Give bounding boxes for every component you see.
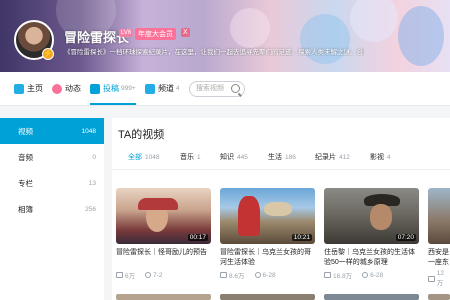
filter-label: 音乐 [180, 154, 194, 161]
video-panel: TA的视频 全部 1048 音乐 1 知识 445 生活 186 纪录片 412 影视 4 … [112, 118, 450, 300]
video-duration: 10:21 [291, 234, 312, 241]
sidebar-item-label: 相簿 [18, 204, 33, 214]
video-thumbnail-row2[interactable] [324, 294, 419, 300]
sidebar-item-count: 1048 [81, 127, 96, 135]
video-thumbnail-row2[interactable] [220, 294, 315, 300]
video-thumbnail[interactable]: 00:17 [116, 188, 211, 244]
search-icon[interactable] [231, 84, 240, 93]
sidebar-item-count: 0 [92, 153, 96, 161]
video-date: 6-28 [370, 271, 384, 279]
sidebar-item-count: 256 [85, 205, 96, 213]
video-card[interactable]: 西安是一座东西的城市 12万 [428, 188, 450, 287]
filter-count: 412 [339, 154, 350, 161]
video-thumbnail-row2[interactable] [116, 294, 211, 300]
sidebar: 视频 1048 音频 0 专栏 13 相簿 256 [0, 118, 104, 300]
page-title: TA的视频 [118, 129, 165, 141]
filter-label: 全部 [128, 154, 142, 161]
filter-label: 纪录片 [315, 154, 336, 161]
tab-home[interactable]: 主页 [14, 72, 43, 105]
vip-badge[interactable]: 年度大会员 [135, 28, 176, 40]
tab-channel[interactable]: 频道 4 [145, 72, 180, 105]
tab-home-label: 主页 [27, 84, 43, 93]
clock-icon [362, 272, 369, 278]
level-badge: LV6 [119, 29, 134, 37]
video-views: 6万 [125, 273, 136, 280]
video-views: 12万 [436, 270, 445, 287]
video-views: 8.6万 [229, 273, 245, 280]
video-duration: 07:20 [395, 234, 416, 241]
filter-count: 4 [387, 154, 391, 161]
video-meta: 12万 [428, 270, 450, 287]
sidebar-item-label: 专栏 [18, 178, 33, 188]
home-icon [14, 83, 24, 94]
filter-label: 影视 [370, 154, 384, 161]
sidebar-item-album[interactable]: 相簿 256 [0, 196, 104, 222]
filter-life[interactable]: 生活 186 [268, 152, 296, 162]
tab-video-count: 999+ [121, 85, 136, 92]
video-title[interactable]: 冒险雷探长｜乌克兰女孩的哥河生活体验 [220, 248, 315, 268]
video-date: 7-2 [153, 271, 163, 279]
video-thumbnail[interactable]: 10:21 [220, 188, 315, 244]
video-title[interactable]: 冒险雷探长｜怪哥励儿的预告 [116, 248, 211, 268]
video-meta: 6万 7-2 [116, 270, 211, 280]
video-card[interactable]: 10:21 冒险雷探长｜乌克兰女孩的哥河生活体验 8.6万 6-28 [220, 188, 315, 280]
verified-icon: ⚡ [42, 48, 54, 60]
tab-channel-label: 频道 [158, 84, 174, 93]
video-thumbnail-row2[interactable] [428, 294, 450, 300]
tag-badge: X [181, 28, 190, 37]
video-title[interactable]: 住岳黎｜乌克兰女孩的生活体验50一样的城乡原理 [324, 248, 419, 268]
dynamic-icon [52, 83, 62, 94]
filter-knowledge[interactable]: 知识 445 [220, 152, 248, 162]
filter-count: 186 [285, 154, 296, 161]
profile-navbar: 主页 动态 投稿 999+ 频道 4 搜索视频 [0, 72, 450, 106]
tab-video-label: 投稿 [103, 84, 119, 93]
video-card[interactable]: 07:20 住岳黎｜乌克兰女孩的生活体验50一样的城乡原理 16.8万 6-28 [324, 188, 419, 280]
video-duration: 00:17 [187, 234, 208, 241]
sidebar-item-label: 音频 [18, 152, 33, 162]
sidebar-item-audio[interactable]: 音频 0 [0, 144, 104, 170]
play-count-icon [324, 272, 331, 278]
tab-dynamic-label: 动态 [65, 84, 81, 93]
tab-dynamic[interactable]: 动态 [52, 72, 81, 105]
channel-icon [145, 83, 155, 94]
video-icon [90, 83, 100, 94]
filter-music[interactable]: 音乐 1 [180, 152, 201, 162]
sidebar-item-article[interactable]: 专栏 13 [0, 170, 104, 196]
video-meta: 16.8万 6-28 [324, 270, 419, 280]
play-count-icon [116, 272, 123, 278]
filter-label: 知识 [220, 154, 234, 161]
user-sign: 《冒险雷探长》一档环球探索纪录片，在这里，让我们一起去追寻先辈们的足迹，探索人类… [64, 49, 364, 56]
filter-count: 1 [197, 154, 201, 161]
tab-channel-count: 4 [176, 85, 180, 92]
video-date: 6-28 [262, 271, 276, 279]
video-card[interactable]: 00:17 冒险雷探长｜怪哥励儿的预告 6万 7-2 [116, 188, 211, 280]
video-views: 16.8万 [333, 273, 353, 280]
clock-icon [145, 272, 152, 278]
filter-all[interactable]: 全部 1048 [128, 152, 159, 162]
tab-video[interactable]: 投稿 999+ [90, 72, 136, 105]
category-filters: 全部 1048 音乐 1 知识 445 生活 186 纪录片 412 影视 4 [112, 146, 450, 170]
filter-count: 445 [237, 154, 248, 161]
filter-documentary[interactable]: 纪录片 412 [315, 152, 350, 162]
search-input[interactable]: 搜索视频 [189, 81, 245, 97]
sidebar-item-label: 视频 [18, 126, 33, 136]
search-placeholder: 搜索视频 [196, 85, 224, 92]
sidebar-item-video[interactable]: 视频 1048 [0, 118, 104, 144]
video-title[interactable]: 西安是一座东西的城市 [428, 248, 450, 268]
filter-film[interactable]: 影视 4 [370, 152, 391, 162]
video-meta: 8.6万 6-28 [220, 270, 315, 280]
video-thumbnail[interactable]: 07:20 [324, 188, 419, 244]
video-thumbnail[interactable] [428, 188, 450, 244]
play-count-icon [428, 275, 435, 282]
clock-icon [254, 272, 261, 278]
sidebar-item-count: 13 [88, 179, 96, 187]
filter-count: 1048 [145, 154, 160, 161]
play-count-icon [220, 272, 227, 278]
filter-label: 生活 [268, 154, 282, 161]
